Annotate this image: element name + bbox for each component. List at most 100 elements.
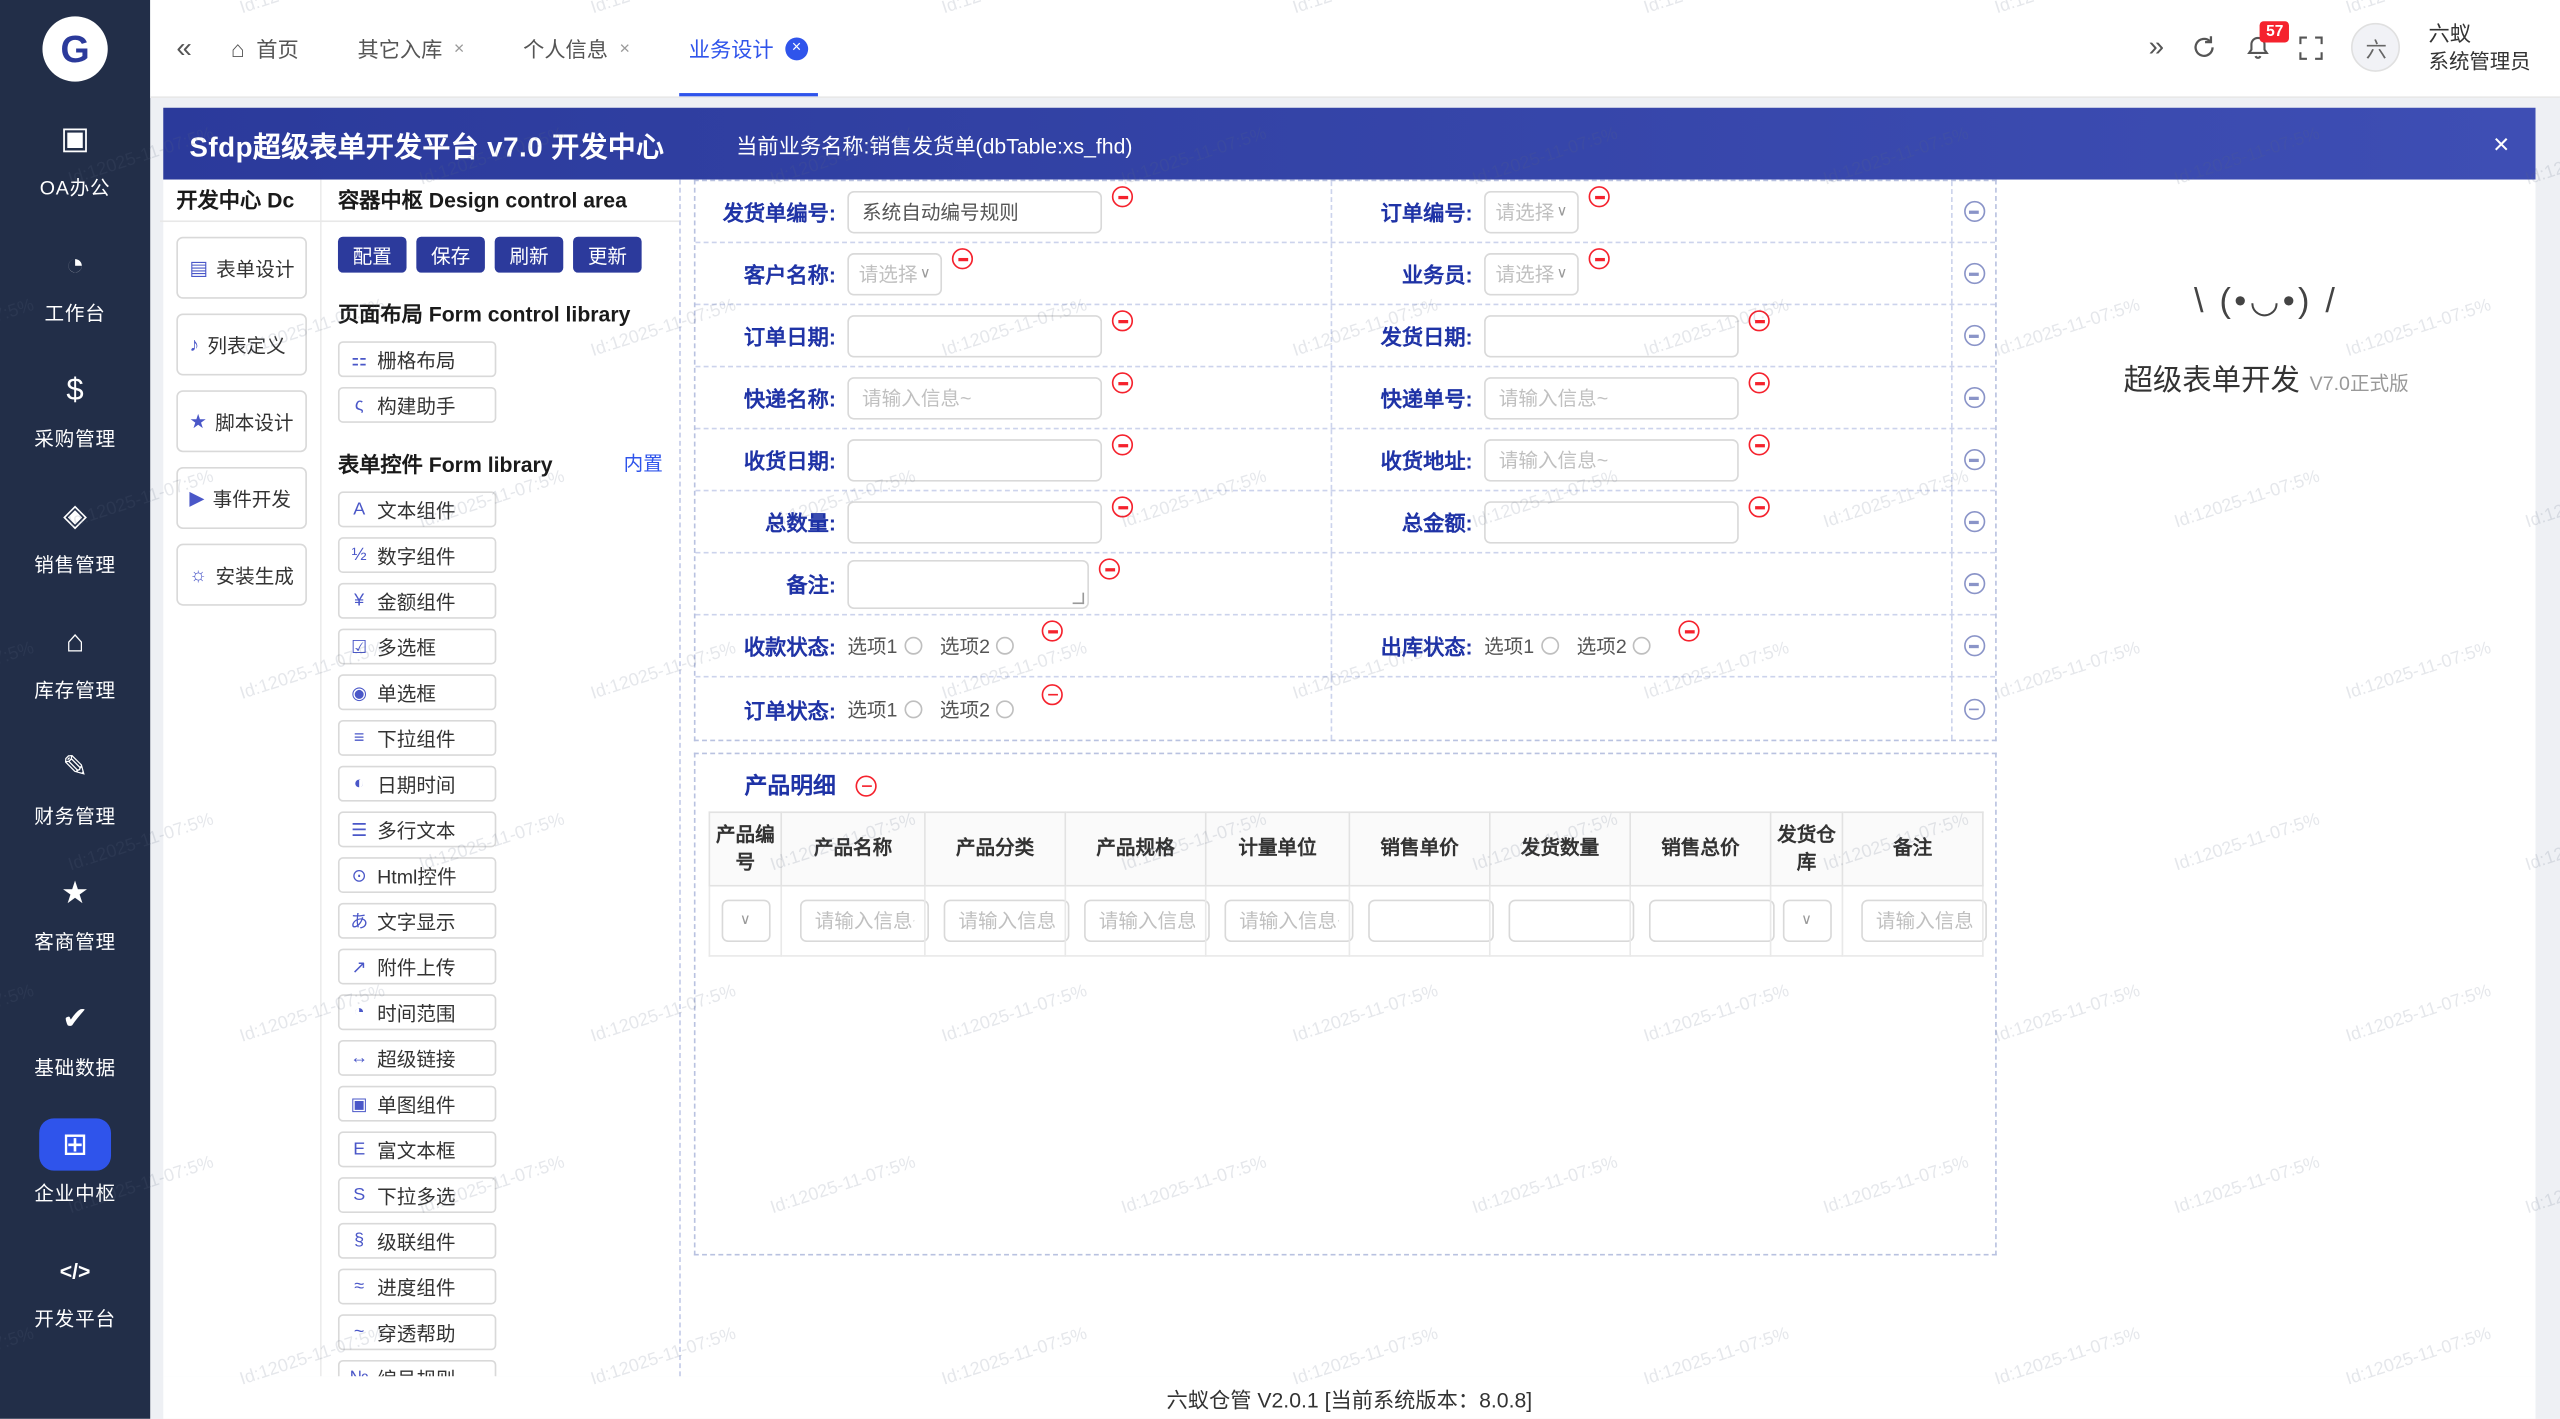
sidebar-item-sales[interactable]: ◈销售管理 bbox=[34, 475, 116, 593]
radio-option[interactable]: 选项2 bbox=[940, 632, 1015, 660]
remove-field-icon[interactable] bbox=[1589, 248, 1610, 269]
remove-field-icon[interactable] bbox=[1112, 372, 1133, 393]
update-button[interactable]: 更新 bbox=[573, 237, 642, 273]
lib-item-datetime[interactable]: ◐日期时间 bbox=[338, 766, 496, 802]
row-remove-icon[interactable] bbox=[1963, 201, 1984, 222]
radio-option[interactable]: 选项1 bbox=[1484, 632, 1559, 660]
detail-product-category-input[interactable]: 请输入信息~ bbox=[944, 899, 1070, 941]
sidebar-item-finance[interactable]: ✎财务管理 bbox=[34, 727, 116, 845]
remove-field-icon[interactable] bbox=[1042, 620, 1063, 641]
lib-item-text-component[interactable]: A文本组件 bbox=[338, 491, 496, 527]
tab-home[interactable]: ⌂首页 bbox=[231, 0, 299, 96]
detail-product-spec-input[interactable]: 请输入信息~ bbox=[1084, 899, 1210, 941]
sidebar-item-customers[interactable]: ★客商管理 bbox=[34, 852, 116, 970]
lib-item-progress[interactable]: ≈进度组件 bbox=[338, 1269, 496, 1305]
fullscreen-icon[interactable] bbox=[2300, 36, 2324, 60]
lib-item-checkbox[interactable]: ☑多选框 bbox=[338, 629, 496, 665]
remove-field-icon[interactable] bbox=[1042, 683, 1063, 704]
field-receive-date-input[interactable] bbox=[847, 438, 1102, 480]
detail-warehouse-select[interactable]: ∨ bbox=[1782, 899, 1831, 941]
tab-personal-info[interactable]: 个人信息× bbox=[523, 0, 630, 96]
sidebar-item-workbench[interactable]: ◔工作台 bbox=[34, 224, 116, 342]
user-info[interactable]: 六蚁 系统管理员 bbox=[2429, 21, 2531, 75]
sidebar-item-dev-platform[interactable]: </>开发平台 bbox=[34, 1229, 116, 1347]
detail-sale-price-input[interactable] bbox=[1368, 899, 1494, 941]
lib-item-attachment-upload[interactable]: ↗附件上传 bbox=[338, 949, 496, 985]
lib-item-grid-layout[interactable]: ⚏栅格布局 bbox=[338, 341, 496, 377]
more-tabs-icon[interactable] bbox=[2149, 32, 2164, 65]
lib-item-text-display[interactable]: あ文字显示 bbox=[338, 903, 496, 939]
lib-item-cascade[interactable]: §级联组件 bbox=[338, 1223, 496, 1259]
dev-item-list-definition[interactable]: ♪列表定义 bbox=[176, 313, 307, 375]
remove-field-icon[interactable] bbox=[1099, 558, 1120, 579]
lib-item-single-image[interactable]: ▣单图组件 bbox=[338, 1086, 496, 1122]
close-tab-icon[interactable]: × bbox=[785, 37, 808, 60]
builtin-link[interactable]: 内置 bbox=[624, 449, 663, 477]
lib-item-radio[interactable]: ◉单选框 bbox=[338, 674, 496, 710]
remove-field-icon[interactable] bbox=[1112, 434, 1133, 455]
remove-field-icon[interactable] bbox=[1112, 496, 1133, 517]
row-remove-icon[interactable] bbox=[1963, 573, 1984, 594]
remove-detail-icon[interactable] bbox=[856, 775, 877, 796]
sidebar-item-base-data[interactable]: ✔基础数据 bbox=[34, 978, 116, 1096]
lib-item-hyperlink[interactable]: ↔超级链接 bbox=[338, 1040, 496, 1076]
dev-item-install-generate[interactable]: ☼安装生成 bbox=[176, 544, 307, 606]
lib-item-multiline-text[interactable]: ☰多行文本 bbox=[338, 811, 496, 847]
field-ship-date-input[interactable] bbox=[1484, 314, 1739, 356]
remove-field-icon[interactable] bbox=[1749, 434, 1770, 455]
refresh-icon[interactable] bbox=[2192, 35, 2218, 61]
remove-field-icon[interactable] bbox=[952, 248, 973, 269]
lib-item-amount-component[interactable]: ¥金额组件 bbox=[338, 583, 496, 619]
field-total-amount-input[interactable] bbox=[1484, 500, 1739, 542]
field-remark-textarea[interactable] bbox=[847, 559, 1089, 608]
sidebar-item-inventory[interactable]: ⌂库存管理 bbox=[34, 601, 116, 719]
remove-field-icon[interactable] bbox=[1749, 372, 1770, 393]
field-customer-name-select[interactable]: 请选择∨ bbox=[847, 252, 942, 294]
radio-option[interactable]: 选项2 bbox=[1577, 632, 1652, 660]
row-remove-icon[interactable] bbox=[1963, 698, 1984, 719]
remove-field-icon[interactable] bbox=[1679, 620, 1700, 641]
remove-field-icon[interactable] bbox=[1112, 186, 1133, 207]
field-order-no-select[interactable]: 请选择∨ bbox=[1484, 190, 1579, 232]
detail-unit-input[interactable]: 请输入信息~ bbox=[1224, 899, 1353, 941]
field-order-date-input[interactable] bbox=[847, 314, 1102, 356]
sidebar-item-purchase[interactable]: $采购管理 bbox=[34, 349, 116, 467]
row-remove-icon[interactable] bbox=[1963, 387, 1984, 408]
field-total-qty-input[interactable] bbox=[847, 500, 1102, 542]
radio-option[interactable]: 选项2 bbox=[940, 695, 1015, 723]
field-receive-address-input[interactable]: 请输入信息~ bbox=[1484, 438, 1739, 480]
refresh-button[interactable]: 刷新 bbox=[495, 237, 564, 273]
remove-field-icon[interactable] bbox=[1589, 186, 1610, 207]
lib-item-drill-help[interactable]: ~穿透帮助 bbox=[338, 1314, 496, 1350]
sidebar-item-oa-office[interactable]: ▣OA办公 bbox=[34, 98, 116, 216]
row-remove-icon[interactable] bbox=[1963, 635, 1984, 656]
radio-option[interactable]: 选项1 bbox=[847, 695, 922, 723]
lib-item-time-range[interactable]: ◔时间范围 bbox=[338, 994, 496, 1030]
remove-field-icon[interactable] bbox=[1749, 310, 1770, 331]
row-remove-icon[interactable] bbox=[1963, 511, 1984, 532]
detail-product-name-input[interactable]: 请输入信息~ bbox=[800, 899, 929, 941]
field-salesperson-select[interactable]: 请选择∨ bbox=[1484, 252, 1579, 294]
lib-item-number-rule[interactable]: №编号规则 bbox=[338, 1360, 496, 1376]
notifications-button[interactable]: 57 bbox=[2246, 34, 2272, 62]
field-express-no-input[interactable]: 请输入信息~ bbox=[1484, 376, 1739, 418]
dev-item-form-design[interactable]: ▤表单设计 bbox=[176, 237, 307, 299]
close-designer-icon[interactable] bbox=[2493, 130, 2509, 158]
lib-item-dropdown[interactable]: ≡下拉组件 bbox=[338, 720, 496, 756]
field-express-name-input[interactable]: 请输入信息~ bbox=[847, 376, 1102, 418]
detail-sale-total-input[interactable] bbox=[1649, 899, 1775, 941]
tab-other-inbound[interactable]: 其它入库× bbox=[357, 0, 464, 96]
tab-business-design[interactable]: 业务设计× bbox=[689, 0, 808, 96]
collapse-sidebar-icon[interactable] bbox=[176, 32, 191, 65]
config-button[interactable]: 配置 bbox=[338, 237, 407, 273]
lib-item-html-control[interactable]: ⊙Html控件 bbox=[338, 857, 496, 893]
save-button[interactable]: 保存 bbox=[416, 237, 485, 273]
detail-product-no-select[interactable]: ∨ bbox=[721, 899, 770, 941]
remove-field-icon[interactable] bbox=[1112, 310, 1133, 331]
detail-remark-input[interactable]: 请输入信息~ bbox=[1861, 899, 1987, 941]
lib-item-dropdown-multi[interactable]: S下拉多选 bbox=[338, 1177, 496, 1213]
remove-field-icon[interactable] bbox=[1749, 496, 1770, 517]
detail-ship-qty-input[interactable] bbox=[1509, 899, 1635, 941]
sidebar-item-enterprise-hub[interactable]: ⊞企业中枢 bbox=[34, 1104, 116, 1222]
app-logo[interactable] bbox=[42, 16, 107, 81]
